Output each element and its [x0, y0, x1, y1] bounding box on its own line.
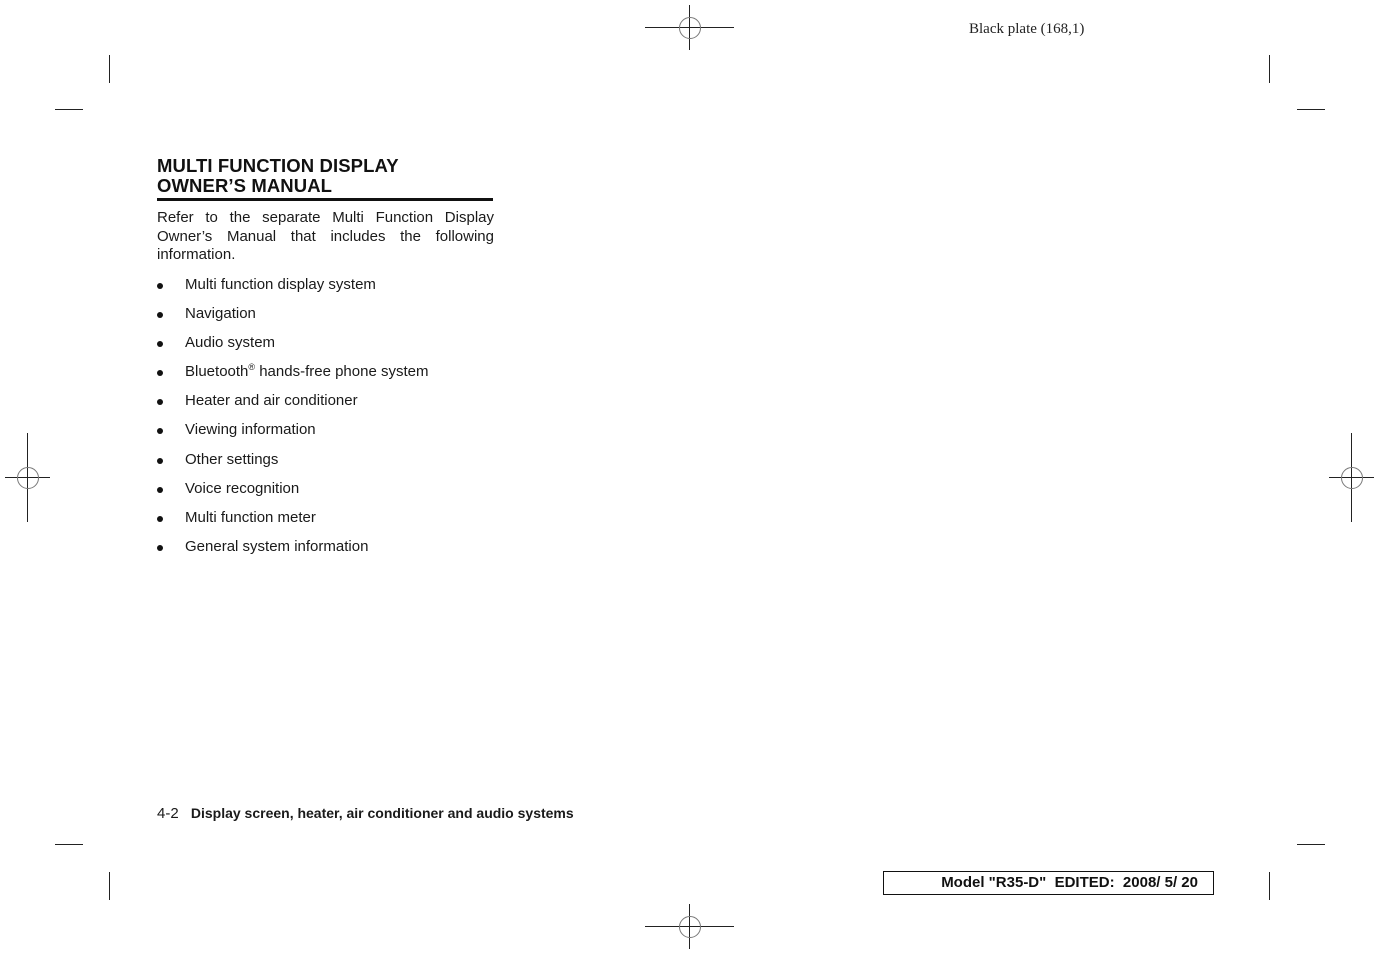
heading-underline: [157, 198, 493, 201]
list-item: Voice recognition: [157, 479, 428, 508]
heading-line-2: OWNER’S MANUAL: [157, 175, 333, 196]
crop-mark: [1269, 872, 1270, 900]
page-footer: 4-2 Display screen, heater, air conditio…: [157, 805, 574, 822]
intro-paragraph: Refer to the separate Multi Function Dis…: [157, 209, 494, 263]
bullet-icon: [157, 486, 163, 493]
bullet-icon: [157, 341, 163, 348]
list-item: Bluetooth® hands-free phone system: [157, 362, 428, 391]
crop-mark: [109, 55, 110, 83]
list-item: Heater and air conditioner: [157, 391, 428, 420]
list-item: Navigation: [157, 304, 428, 333]
bullet-icon: [157, 457, 163, 464]
crop-mark: [109, 872, 110, 900]
model-edited-box: Model "R35-D" EDITED: 2008/ 5/ 20: [883, 871, 1214, 895]
plate-label: Black plate (168,1): [969, 21, 1085, 37]
footer-section-title: Display screen, heater, air conditioner …: [190, 805, 574, 821]
info-list: Multi function display system Navigation…: [157, 275, 428, 566]
bullet-icon: [157, 544, 163, 551]
list-item: Audio system: [157, 333, 428, 362]
bullet-icon: [157, 283, 163, 289]
bullet-icon: [157, 370, 163, 377]
crop-mark: [1297, 844, 1325, 845]
crop-mark: [55, 844, 83, 845]
bullet-icon: [157, 428, 163, 435]
list-item: Viewing information: [157, 420, 428, 449]
list-item: General system information: [157, 537, 428, 566]
crop-mark: [1269, 55, 1270, 83]
crop-mark: [1297, 109, 1325, 110]
list-item: Other settings: [157, 450, 428, 479]
list-item: Multi function meter: [157, 508, 428, 537]
crop-mark: [55, 109, 83, 110]
list-item: Multi function display system: [157, 275, 428, 304]
page-number: 4-2: [157, 805, 179, 822]
section-heading: MULTI FUNCTION DISPLAY OWNER’S MANUAL: [157, 156, 493, 196]
bullet-icon: [157, 399, 163, 406]
heading-line-1: MULTI FUNCTION DISPLAY: [157, 155, 399, 176]
bullet-icon: [157, 312, 163, 319]
bullet-icon: [157, 515, 163, 522]
